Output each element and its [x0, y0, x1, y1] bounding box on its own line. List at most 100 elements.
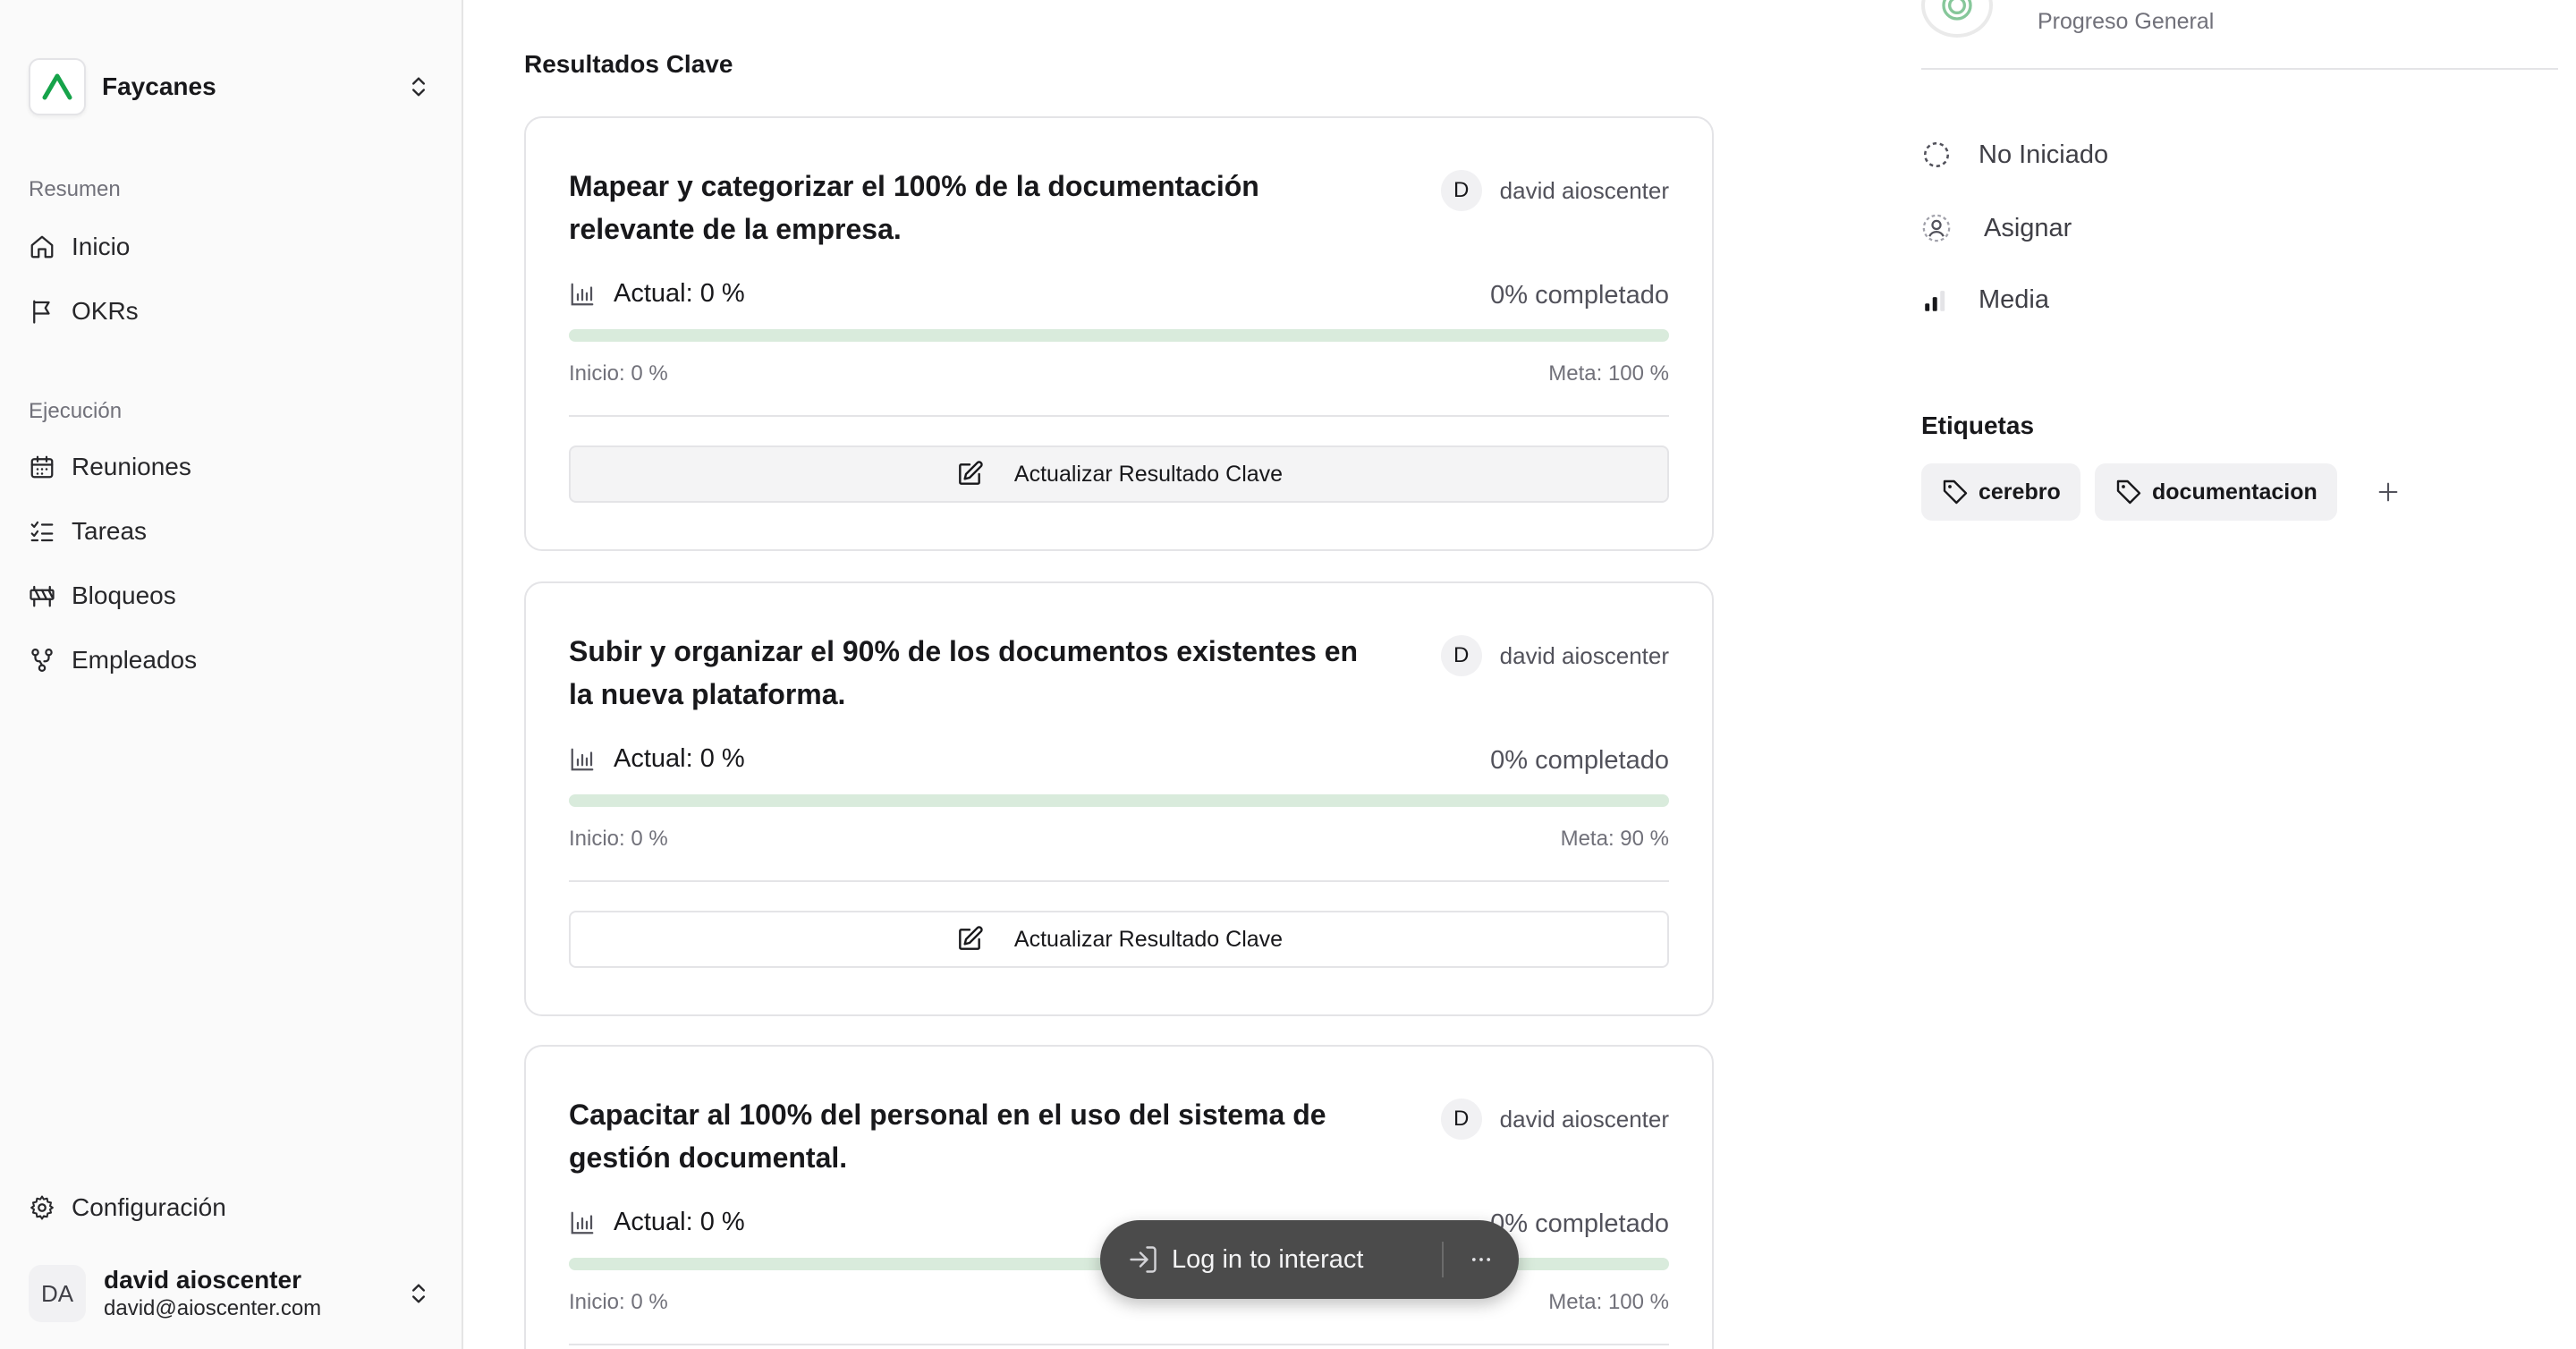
- progress-label: Progreso General: [2038, 9, 2215, 34]
- log-in-icon: [1130, 1246, 1157, 1273]
- sidebar-item-tareas[interactable]: Tareas: [29, 506, 435, 556]
- gear-icon: [30, 1195, 54, 1220]
- login-overlay: Log in to interact: [1100, 1220, 1519, 1299]
- tags-title: Etiquetas: [1921, 411, 2035, 439]
- owner-avatar: D: [1440, 170, 1482, 211]
- completion-percent: 0% completado: [1490, 746, 1669, 775]
- completion-percent: 0% completado: [1490, 1209, 1669, 1238]
- section-title: Resultados Clave: [524, 50, 733, 78]
- chevrons-up-down-icon: [412, 77, 425, 97]
- tag-icon: [2116, 479, 2141, 505]
- login-label: Log in to interact: [1172, 1244, 1364, 1274]
- user-email: david@aioscenter.com: [104, 1296, 322, 1320]
- section-label-ejecucion: Ejecución: [29, 399, 123, 423]
- actual-value: Actual: 0 %: [614, 744, 745, 773]
- bar-chart-icon: [571, 283, 594, 305]
- key-result-owner: D david aioscenter: [1440, 170, 1669, 211]
- status-label: No Iniciado: [1979, 140, 2109, 169]
- flag-icon: [33, 300, 50, 324]
- plus-icon: [2378, 482, 2398, 502]
- divider: [569, 415, 1669, 417]
- tag-icon: [1943, 479, 1968, 505]
- add-tag-button[interactable]: [2370, 474, 2406, 510]
- priority-label: Media: [1979, 284, 2049, 314]
- button-label: Actualizar Resultado Clave: [1013, 461, 1284, 487]
- sidebar-item-configuracion[interactable]: Configuración: [29, 1183, 435, 1233]
- workspace-switcher[interactable]: Faycanes: [29, 57, 440, 116]
- divider: [1921, 68, 2558, 70]
- key-result-card: Subir y organizar el 90% de los document…: [524, 581, 1714, 1016]
- sidebar-item-label: Reuniones: [72, 453, 191, 480]
- progress-bar: [569, 329, 1669, 342]
- key-result-title: Subir y organizar el 90% de los document…: [569, 635, 1359, 710]
- construction-icon: [30, 585, 55, 607]
- start-value: Inicio: 0 %: [569, 361, 668, 386]
- progress-bar: [569, 794, 1669, 807]
- key-result-actual: Actual: 0 %: [569, 279, 745, 309]
- progress-ring: [1921, 0, 1993, 38]
- completion-percent: 0% completado: [1490, 281, 1669, 310]
- sidebar-item-bloqueos[interactable]: Bloqueos: [29, 571, 435, 621]
- sidebar-item-label: Bloqueos: [72, 581, 176, 609]
- user-name: david aioscenter: [104, 1266, 301, 1294]
- status-selector[interactable]: No Iniciado: [1921, 140, 2108, 170]
- more-horizontal-icon: [1471, 1258, 1491, 1261]
- goal-value: Meta: 100 %: [1548, 361, 1669, 386]
- workspace-logo: [29, 58, 86, 115]
- section-label-resumen: Resumen: [29, 177, 121, 201]
- sidebar-item-empleados[interactable]: Empleados: [29, 635, 435, 685]
- assign-selector[interactable]: Asignar: [1921, 213, 2072, 243]
- tag-chip[interactable]: cerebro: [1921, 463, 2080, 521]
- owner-avatar: D: [1440, 1099, 1482, 1140]
- calendar-icon: [30, 455, 54, 479]
- sidebar-item-label: Tareas: [72, 517, 148, 545]
- bar-chart-icon: [571, 1211, 594, 1234]
- assign-label: Asignar: [1984, 213, 2072, 242]
- key-result-card: Capacitar al 100% del personal en el uso…: [524, 1045, 1714, 1349]
- logo-icon: [42, 73, 72, 100]
- tag-label: cerebro: [1979, 479, 2061, 505]
- user-info: david aioscenter david@aioscenter.com: [104, 1265, 406, 1322]
- start-value: Inicio: 0 %: [569, 1290, 668, 1314]
- tag-label: documentacion: [2152, 479, 2318, 505]
- key-result-title: Capacitar al 100% del personal en el uso…: [569, 1099, 1326, 1174]
- key-result-card: Mapear y categorizar el 100% de la docum…: [524, 116, 1714, 551]
- owner-name: david aioscenter: [1499, 1105, 1669, 1133]
- tag-chip[interactable]: documentacion: [2095, 463, 2337, 521]
- key-result-title: Mapear y categorizar el 100% de la docum…: [569, 170, 1259, 245]
- user-menu[interactable]: DA david aioscenter david@aioscenter.com: [29, 1260, 440, 1328]
- divider: [569, 1344, 1669, 1345]
- bar-chart-icon: [571, 748, 594, 770]
- edit-icon: [959, 926, 983, 950]
- sidebar-item-reuniones[interactable]: Reuniones: [29, 442, 435, 492]
- key-result-actual: Actual: 0 %: [569, 1208, 745, 1237]
- more-options-button[interactable]: [1463, 1242, 1499, 1277]
- sidebar-item-inicio[interactable]: Inicio: [29, 222, 435, 272]
- sidebar-item-label: Empleados: [72, 646, 198, 674]
- edit-icon: [959, 461, 983, 485]
- dashed-circle-icon: [1923, 141, 1950, 168]
- sidebar: Faycanes Resumen Inicio OKRs Ejecución R…: [0, 0, 463, 1349]
- owner-name: david aioscenter: [1499, 176, 1669, 204]
- sidebar-item-okrs[interactable]: OKRs: [29, 286, 435, 336]
- sidebar-item-label: Inicio: [72, 233, 131, 260]
- sidebar-item-label: Configuración: [72, 1193, 226, 1221]
- network-icon: [31, 649, 53, 672]
- goal-value: Meta: 90 %: [1560, 827, 1669, 851]
- separator: [1442, 1242, 1444, 1277]
- key-result-owner: D david aioscenter: [1440, 1099, 1669, 1140]
- signal-medium-icon: [1925, 291, 1945, 311]
- login-button[interactable]: Log in to interact: [1127, 1243, 1363, 1276]
- start-value: Inicio: 0 %: [569, 827, 668, 851]
- update-key-result-button[interactable]: Actualizar Resultado Clave: [569, 911, 1669, 968]
- list-checks-icon: [30, 521, 54, 542]
- button-label: Actualizar Resultado Clave: [1013, 926, 1284, 952]
- owner-name: david aioscenter: [1499, 641, 1669, 669]
- key-result-actual: Actual: 0 %: [569, 744, 745, 774]
- target-icon: [1942, 0, 1972, 21]
- user-dashed-icon: [1922, 214, 1951, 242]
- priority-selector[interactable]: Media: [1921, 284, 2049, 315]
- key-result-owner: D david aioscenter: [1440, 635, 1669, 676]
- chevrons-up-down-icon: [412, 1284, 425, 1303]
- update-key-result-button[interactable]: Actualizar Resultado Clave: [569, 445, 1669, 503]
